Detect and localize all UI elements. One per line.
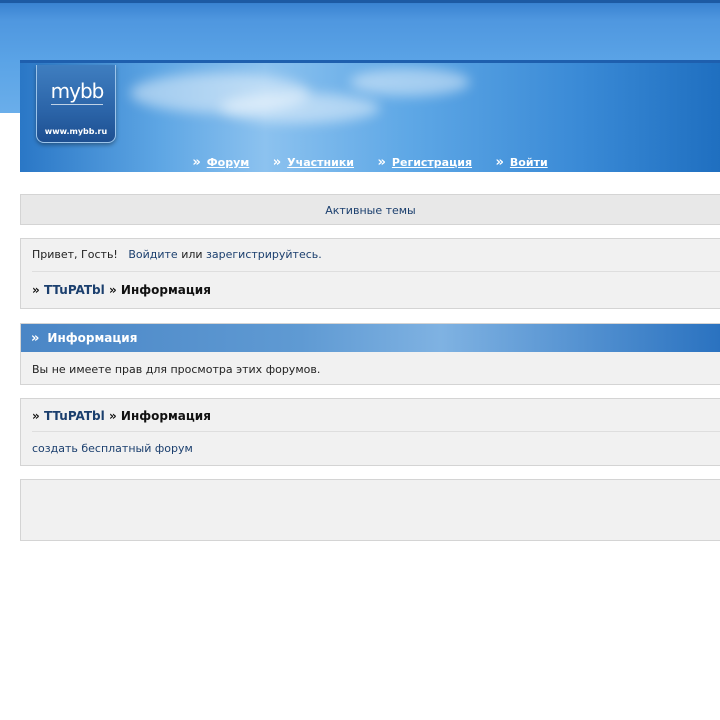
active-topics-bar: Активные темы: [20, 194, 720, 225]
mybb-logo[interactable]: mybb www.mybb.ru: [36, 65, 116, 143]
forum-header-banner: mybb www.mybb.ru » Форум » Участники » Реги…: [20, 60, 720, 172]
info-panel: » Информация Вы не имеете прав для просмо…: [20, 323, 720, 385]
login-link[interactable]: Войдите: [128, 248, 177, 261]
double-chevron-icon: »: [272, 155, 282, 170]
banner-cloud: [350, 68, 470, 96]
banner-cloud: [220, 93, 380, 123]
active-topics-link[interactable]: Активные темы: [325, 204, 416, 217]
breadcrumb-separator: »: [32, 283, 40, 297]
nav-item-login[interactable]: » Войти: [496, 155, 548, 170]
create-free-forum-link[interactable]: создать бесплатный форум: [32, 442, 193, 455]
info-message: Вы не имеете прав для просмотра этих фор…: [32, 363, 321, 376]
logo-wordmark: mybb: [47, 77, 107, 105]
greeting-text: Привет, Гость!: [32, 248, 118, 261]
guest-greeting-row: Привет, Гость! Войдите или зарегистрируй…: [32, 248, 720, 261]
double-chevron-icon: »: [495, 155, 504, 170]
breadcrumb-home-link[interactable]: TTuPATbl: [44, 409, 105, 423]
breadcrumb-current: Информация: [120, 409, 211, 423]
breadcrumb-current: Информация: [120, 283, 211, 297]
nav-item-members[interactable]: » Участники: [273, 155, 354, 170]
breadcrumb-home-link[interactable]: TTuPATbl: [44, 283, 105, 297]
breadcrumb: » TTuPATbl » Информация: [32, 409, 720, 423]
logo-url-text: www.mybb.ru: [44, 127, 108, 136]
nav-item-forum[interactable]: » Форум: [192, 155, 249, 170]
welcome-panel: Привет, Гость! Войдите или зарегистрируй…: [20, 238, 720, 309]
double-chevron-icon: »: [377, 155, 386, 170]
main-navigation: » Форум » Участники » Регистрация » Войти: [20, 155, 720, 172]
footer-panel: [20, 479, 720, 541]
register-link[interactable]: зарегистрируйтесь.: [206, 248, 322, 261]
nav-item-register[interactable]: » Регистрация: [378, 155, 473, 170]
divider: [32, 431, 720, 432]
breadcrumb-separator: »: [108, 409, 117, 423]
double-chevron-icon: »: [192, 155, 201, 170]
breadcrumb-separator: »: [32, 409, 40, 423]
breadcrumb-separator: »: [108, 283, 117, 297]
or-text: или: [181, 248, 203, 261]
create-forum-row: создать бесплатный форум: [32, 442, 720, 455]
breadcrumb: » TTuPATbl » Информация: [32, 283, 720, 297]
divider: [32, 271, 720, 272]
info-title: Информация: [47, 331, 138, 345]
bottom-breadcrumb-panel: » TTuPATbl » Информация создать бесплатн…: [20, 398, 720, 466]
double-chevron-icon: »: [31, 331, 40, 346]
info-panel-header: » Информация: [21, 324, 720, 352]
